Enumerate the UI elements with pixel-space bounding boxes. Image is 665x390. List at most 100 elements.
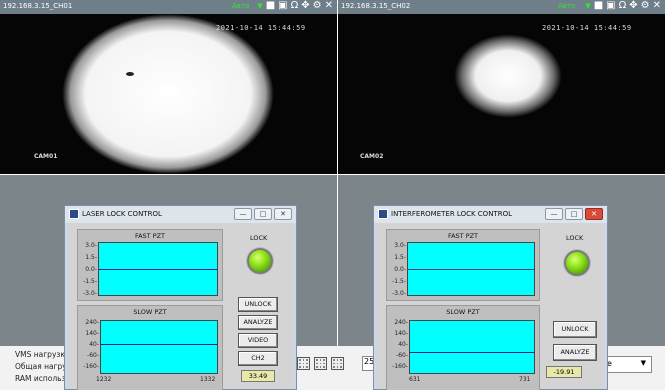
interferometer-lock-window: INTERFEROMETER LOCK CONTROL — □ ✕ FAST P… [373, 205, 608, 390]
slow-pzt-graph: SLOW PZT 240- 140- 40- -60- -160- 631 73… [386, 305, 540, 390]
minimize-button[interactable]: — [545, 208, 563, 220]
dropdown-arrow-icon[interactable]: ▼ [257, 2, 263, 11]
layout-grid-icon[interactable] [331, 357, 344, 370]
y-tick: 140- [394, 330, 408, 337]
slow-pzt-graph: SLOW PZT 240- 140- 40- -60- -160- 1232 1… [77, 305, 223, 390]
camera-controls: ▼ ■ ▣ Ω ✥ ⚙ ✕ [585, 0, 662, 11]
maximize-button[interactable]: □ [254, 208, 272, 220]
ch2-button[interactable]: CH2 [238, 351, 278, 366]
graph-title: FAST PZT [134, 232, 166, 240]
lock-indicator-led [247, 248, 273, 274]
close-icon[interactable]: ✕ [653, 0, 662, 11]
camera-mode-label: Авто [558, 2, 576, 10]
y-tick: 40- [398, 341, 408, 348]
y-axis-ticks: 3.0- 1.5- 0.0- -1.5- -3.0- [387, 241, 406, 301]
y-tick: 1.5- [85, 254, 97, 261]
x-tick-start: 631 [409, 376, 421, 383]
window-titlebar[interactable]: INTERFEROMETER LOCK CONTROL — □ ✕ [374, 206, 607, 223]
snapshot-icon[interactable]: ▣ [606, 0, 616, 11]
close-button[interactable]: ✕ [585, 208, 603, 220]
camera-view-ch01[interactable]: 192.168.3.15_CH01 Авто ▼ ■ ▣ Ω ✥ ⚙ ✕ 202… [0, 0, 337, 174]
labview-icon [378, 209, 388, 219]
camera-channel-label: 192.168.3.15_CH01 [3, 2, 73, 10]
camera-name-label: CAM02 [360, 153, 384, 160]
status-ram-usage: RAM использ [15, 374, 66, 383]
y-tick: 40- [89, 341, 99, 348]
layout-grid-icon[interactable] [297, 357, 310, 370]
y-tick: -60- [87, 352, 99, 359]
lock-label: LOCK [566, 234, 584, 242]
value-indicator: -19.91 [546, 366, 582, 378]
record-icon[interactable]: ■ [266, 0, 276, 11]
camera-timestamp: 2021-10-14 15:44:59 [216, 24, 306, 32]
analyze-button[interactable]: ANALYZE [553, 344, 597, 361]
record-icon[interactable]: ■ [594, 0, 604, 11]
y-tick: -3.0- [83, 290, 97, 297]
video-button[interactable]: VIDEO [238, 333, 278, 348]
trace-line [410, 352, 534, 353]
camera-toolbar: 192.168.3.15_CH02 Авто ▼ ■ ▣ Ω ✥ ⚙ ✕ [338, 0, 665, 14]
trace-line [99, 269, 217, 270]
camera-toolbar: 192.168.3.15_CH01 Авто ▼ ■ ▣ Ω ✥ ⚙ ✕ [0, 0, 337, 14]
window-body: FAST PZT 3.0- 1.5- 0.0- -1.5- -3.0- SLOW… [69, 223, 292, 390]
dropdown-arrow-icon[interactable]: ▼ [585, 2, 591, 11]
maximize-button[interactable]: □ [565, 208, 583, 220]
camera-name-label: CAM01 [34, 153, 58, 160]
layout-dropdown[interactable]: е ▼ [602, 356, 652, 373]
ptz-icon[interactable]: ✥ [629, 0, 638, 11]
window-title: INTERFEROMETER LOCK CONTROL [391, 210, 512, 218]
y-axis-ticks: 240- 140- 40- -60- -160- [78, 318, 99, 378]
minimize-button[interactable]: — [234, 208, 252, 220]
unlock-button[interactable]: UNLOCK [238, 297, 278, 312]
camera-view-ch02[interactable]: 192.168.3.15_CH02 Авто ▼ ■ ▣ Ω ✥ ⚙ ✕ 202… [338, 0, 665, 174]
status-vms-load: VMS нагрузка [15, 350, 70, 359]
chevron-down-icon: ▼ [640, 359, 646, 367]
headphones-icon[interactable]: Ω [619, 0, 628, 11]
window-controls: — □ ✕ [234, 208, 292, 220]
y-tick: 1.5- [394, 254, 406, 261]
fast-pzt-plot[interactable] [407, 242, 535, 296]
y-tick: 0.0- [394, 266, 406, 273]
trace-line [101, 344, 217, 345]
window-titlebar[interactable]: LASER LOCK CONTROL — □ ✕ [65, 206, 296, 223]
window-controls: — □ ✕ [545, 208, 603, 220]
labview-icon [69, 209, 79, 219]
headphones-icon[interactable]: Ω [291, 0, 300, 11]
y-tick: -60- [396, 352, 408, 359]
y-tick: -160- [392, 363, 408, 370]
settings-icon[interactable]: ⚙ [313, 0, 323, 11]
graph-title: SLOW PZT [446, 308, 480, 316]
fast-pzt-plot[interactable] [98, 242, 218, 296]
y-tick: 3.0- [394, 242, 406, 249]
laser-lock-window: LASER LOCK CONTROL — □ ✕ FAST PZT 3.0- 1… [64, 205, 297, 390]
fast-pzt-graph: FAST PZT 3.0- 1.5- 0.0- -1.5- -3.0- [77, 229, 223, 301]
status-total-load: Общая нагру [15, 362, 67, 371]
y-tick: -3.0- [392, 290, 406, 297]
y-tick: 240- [85, 319, 99, 326]
close-button[interactable]: ✕ [274, 208, 292, 220]
y-tick: 240- [394, 319, 408, 326]
value-indicator: 33.49 [241, 370, 275, 382]
ptz-icon[interactable]: ✥ [301, 0, 310, 11]
y-tick: 3.0- [85, 242, 97, 249]
slow-pzt-plot[interactable] [100, 320, 218, 374]
y-axis-ticks: 240- 140- 40- -60- -160- [387, 318, 408, 378]
trace-line [408, 269, 534, 270]
analyze-button[interactable]: ANALYZE [238, 315, 278, 330]
snapshot-icon[interactable]: ▣ [278, 0, 288, 11]
x-tick-start: 1232 [96, 376, 112, 383]
camera-controls: ▼ ■ ▣ Ω ✥ ⚙ ✕ [257, 0, 334, 11]
y-axis-ticks: 3.0- 1.5- 0.0- -1.5- -3.0- [78, 241, 97, 301]
lock-label: LOCK [250, 234, 268, 242]
y-tick: 140- [85, 330, 99, 337]
camera-timestamp: 2021-10-14 15:44:59 [542, 24, 632, 32]
slow-pzt-plot[interactable] [409, 320, 535, 374]
y-tick: -1.5- [83, 278, 97, 285]
settings-icon[interactable]: ⚙ [641, 0, 651, 11]
x-tick-end: 1332 [200, 376, 216, 383]
fast-pzt-graph: FAST PZT 3.0- 1.5- 0.0- -1.5- -3.0- [386, 229, 540, 301]
unlock-button[interactable]: UNLOCK [553, 321, 597, 338]
window-body: FAST PZT 3.0- 1.5- 0.0- -1.5- -3.0- SLOW… [378, 223, 603, 390]
layout-grid-icon[interactable] [314, 357, 327, 370]
close-icon[interactable]: ✕ [325, 0, 334, 11]
